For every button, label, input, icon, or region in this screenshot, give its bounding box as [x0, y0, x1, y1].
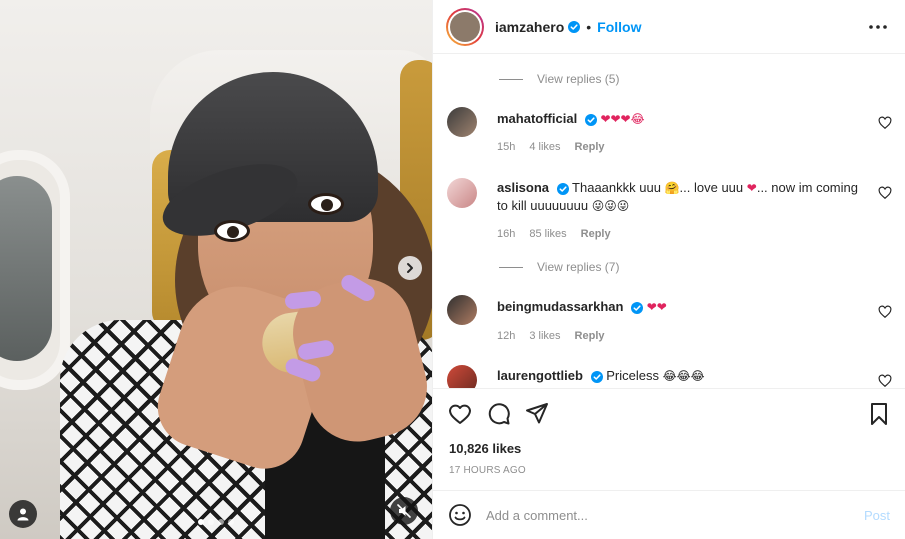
comment-time: 15h — [497, 141, 516, 153]
author-avatar-image — [450, 11, 480, 42]
comment-likes[interactable]: 85 likes — [529, 228, 566, 240]
comment-meta: 12h 3 likes Reply — [497, 330, 605, 342]
chevron-right-icon — [407, 263, 413, 273]
header-separator: • — [586, 18, 592, 35]
comment-time: 12h — [497, 330, 516, 342]
author-avatar[interactable] — [446, 7, 484, 46]
commenter-username[interactable]: beingmudassarkhan — [497, 299, 623, 314]
view-replies-button[interactable]: View replies (7) — [499, 260, 619, 274]
verified-badge-icon — [568, 20, 581, 33]
post-comment-button[interactable]: Post — [864, 508, 890, 523]
comment-meta: 15h 4 likes Reply — [497, 141, 605, 153]
comment-emoji: 🤗 — [664, 181, 680, 195]
comment-likes[interactable]: 4 likes — [529, 141, 560, 153]
more-options-button[interactable] — [868, 17, 888, 37]
emoji-picker-icon[interactable] — [448, 503, 472, 527]
verified-badge-icon — [631, 301, 644, 314]
verified-badge-icon — [556, 182, 569, 195]
comment-text: Thaaankkk uuu — [572, 180, 661, 195]
speaker-muted-icon — [397, 504, 411, 518]
post-actions: 10,826 likes 17 HOURS AGO — [433, 388, 905, 490]
follow-button[interactable]: Follow — [597, 19, 641, 35]
comment-emojis: 😜😜😜 — [591, 199, 630, 213]
commenter-username[interactable]: laurengottlieb — [497, 368, 583, 383]
replies-line — [499, 266, 523, 268]
verified-badge-icon — [584, 113, 597, 126]
like-comment-heart-icon[interactable] — [878, 374, 892, 388]
commenter-avatar[interactable] — [447, 365, 477, 388]
next-slide-button[interactable] — [398, 256, 422, 280]
reply-button[interactable]: Reply — [575, 141, 605, 153]
share-send-icon[interactable] — [524, 401, 550, 427]
eye-right — [308, 193, 344, 215]
commenter-username[interactable]: mahatofficial — [497, 111, 577, 126]
reply-button[interactable]: Reply — [581, 228, 611, 240]
commenter-avatar[interactable] — [447, 295, 477, 325]
carousel-indicator — [0, 519, 432, 525]
like-heart-icon[interactable] — [447, 401, 473, 427]
post-media[interactable] — [0, 0, 432, 539]
more-horizontal-icon — [869, 25, 887, 29]
view-replies-label: View replies (7) — [537, 260, 620, 274]
like-comment-heart-icon[interactable] — [878, 305, 892, 319]
post-timestamp: 17 HOURS AGO — [449, 465, 526, 476]
comment-likes[interactable]: 3 likes — [529, 330, 560, 342]
airplane-window-glass — [0, 176, 52, 361]
commenter-avatar[interactable] — [447, 107, 477, 137]
carousel-dot — [208, 519, 214, 525]
like-comment-heart-icon[interactable] — [878, 186, 892, 200]
like-comment-heart-icon[interactable] — [878, 116, 892, 130]
comment-emojis: 😂😂😂 — [662, 369, 705, 383]
verified-badge-icon — [590, 370, 603, 383]
comment-time: 16h — [497, 228, 516, 240]
comment-emoji: ❤ — [746, 181, 757, 195]
post-dialog: iamzahero • Follow View replies (5) maha… — [0, 0, 905, 539]
comment-input[interactable] — [486, 507, 846, 523]
comment-meta: 16h 85 likes Reply — [497, 228, 611, 240]
carousel-dot — [228, 519, 234, 525]
comment-emojis: ❤❤❤😂 — [600, 112, 645, 126]
comment-bubble-icon[interactable] — [486, 401, 512, 427]
commenter-username[interactable]: aslisona — [497, 180, 549, 195]
carousel-dot — [218, 519, 224, 525]
comments-list[interactable]: View replies (5) mahatofficial ❤❤❤😂 15h … — [433, 55, 905, 388]
reply-button[interactable]: Reply — [575, 330, 605, 342]
comment-text: Priceless — [606, 368, 659, 383]
bookmark-icon[interactable] — [866, 401, 892, 427]
view-replies-button[interactable]: View replies (5) — [499, 72, 619, 86]
comment-emojis: ❤❤ — [646, 300, 667, 314]
commenter-avatar[interactable] — [447, 178, 477, 208]
like-count[interactable]: 10,826 likes — [449, 441, 521, 456]
replies-line — [499, 78, 523, 80]
comment-composer: Post — [433, 490, 905, 539]
post-side-panel: iamzahero • Follow View replies (5) maha… — [432, 0, 905, 539]
eye-left — [214, 220, 250, 242]
comment-text: ... love uuu — [679, 180, 744, 195]
post-header: iamzahero • Follow — [433, 0, 905, 54]
author-username[interactable]: iamzahero — [495, 19, 564, 35]
view-replies-label: View replies (5) — [537, 72, 620, 86]
carousel-dot — [198, 519, 204, 525]
